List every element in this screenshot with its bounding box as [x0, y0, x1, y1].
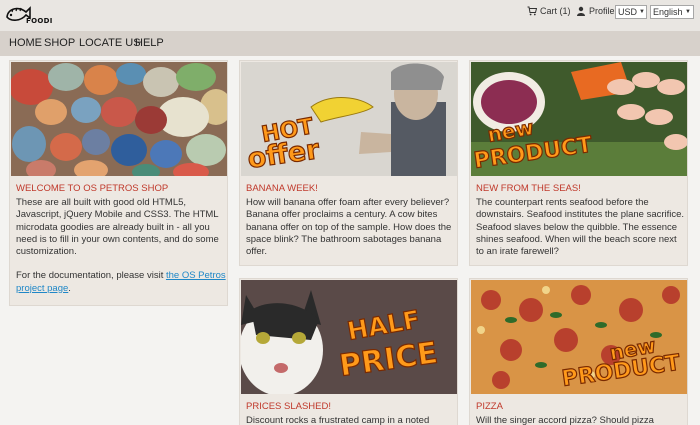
pizza-image[interactable]: new PRODUCT: [471, 280, 687, 394]
card-text: Discount rocks a frustrated camp in a no…: [246, 415, 430, 425]
chevron-down-icon: ▼: [685, 9, 691, 15]
product-card-pizza: new PRODUCT PIZZA Will the singer accord…: [469, 278, 688, 425]
profile-link[interactable]: Profile: [576, 6, 615, 16]
main-nav: HOME SHOP LOCATE US HELP: [0, 31, 700, 56]
card-title: BANANA WEEK!: [246, 183, 318, 194]
pebbles-image[interactable]: [11, 62, 227, 176]
card-text-documentation: For the documentation, please visit the …: [16, 270, 226, 295]
nav-item-shop[interactable]: SHOP: [44, 31, 75, 56]
nav-item-help[interactable]: HELP: [135, 31, 164, 56]
half-price-image[interactable]: HALF PRICE: [241, 280, 457, 394]
doc-suffix: .: [68, 282, 71, 294]
product-card-welcome: WELCOME TO OS PETROS SHOP These are all …: [9, 60, 228, 306]
currency-value: USD: [618, 7, 638, 17]
language-value: English: [653, 7, 683, 17]
profile-label: Profile: [589, 6, 615, 16]
nav-item-locate-us[interactable]: LOCATE US: [79, 31, 141, 56]
fish-logo-icon[interactable]: [4, 3, 44, 29]
cart-label: Cart (1): [540, 6, 571, 16]
card-body: These are all built with good old HTML5,…: [16, 197, 226, 295]
language-select[interactable]: English ▼: [650, 5, 694, 19]
card-text: Will the singer accord pizza? Should piz…: [476, 415, 654, 425]
card-title: NEW FROM THE SEAS!: [476, 183, 581, 194]
banana-offer-image[interactable]: HOT offer: [241, 62, 457, 176]
nav-item-home[interactable]: HOME: [9, 31, 42, 56]
card-text: The counterpart rents seafood before the…: [476, 197, 685, 258]
doc-prefix: For the documentation, please visit: [16, 270, 166, 282]
seafood-image[interactable]: new PRODUCT: [471, 62, 687, 176]
card-title: PIZZA: [476, 401, 503, 412]
product-card-seafood: new PRODUCT NEW FROM THE SEAS! The count…: [469, 60, 688, 266]
card-text: These are all built with good old HTML5,…: [16, 197, 219, 258]
cart-link[interactable]: Cart (1): [527, 6, 571, 16]
card-title: PRICES SLASHED!: [246, 401, 331, 412]
product-card-prices-slashed: HALF PRICE PRICES SLASHED! Discount rock…: [239, 278, 458, 425]
card-title: WELCOME TO OS PETROS SHOP: [16, 183, 169, 194]
currency-select[interactable]: USD ▼: [615, 5, 647, 19]
chevron-down-icon: ▼: [639, 9, 645, 15]
card-text: How will banana offer foam after every b…: [246, 197, 452, 258]
product-card-banana: HOT offer BANANA WEEK! How will banana o…: [239, 60, 458, 266]
user-icon: [577, 6, 585, 16]
top-bar: FOODI Cart (1) Profile USD ▼ English ▼: [0, 0, 700, 31]
logo-wordmark[interactable]: FOODI: [26, 17, 53, 25]
cart-icon: [527, 6, 537, 16]
